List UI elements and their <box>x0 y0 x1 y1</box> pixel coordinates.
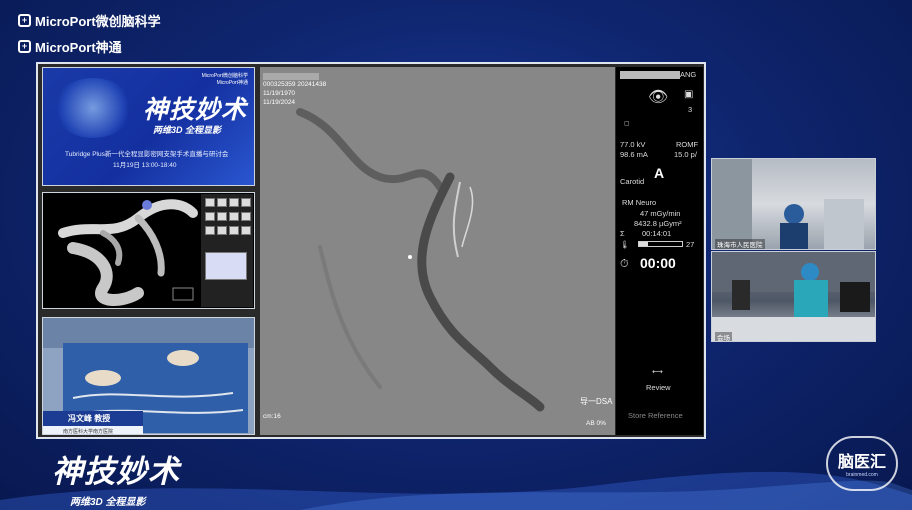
brainmed-logo-text: 脑医汇 <box>837 454 886 471</box>
dsa-dob: 11/19/1970 <box>263 90 296 97</box>
surgeon-name: 冯文峰 教授 <box>43 411 143 426</box>
heat-percent: 27 <box>686 240 695 249</box>
dsa-id-line: 000325359 20241438 <box>263 81 327 88</box>
footer-event-logo: 神技妙术 两维3D 全程显影 <box>52 446 180 508</box>
surgeon-hospital: 南方医科大学南方医院 <box>43 426 143 434</box>
frame-count: 3 <box>688 105 693 114</box>
logo2-text: MicroPort神通 <box>35 40 122 55</box>
video2-label: 会场 <box>715 332 732 341</box>
dsa-mode-label: 导一DSA <box>580 397 613 406</box>
dsa-xray-view[interactable]: 000325359 20241438 11/19/1970 11/19/2024… <box>260 67 615 435</box>
video-feed-control-room[interactable]: 会场 <box>711 251 876 342</box>
thumb-3d-reconstruction[interactable] <box>42 192 255 309</box>
timer-icon: ⏱ <box>620 258 629 270</box>
brainmed-logo: 脑医汇 brainmed.com <box>826 436 898 491</box>
slide-brand-small1: MicroPort微创脑科学 <box>201 73 248 79</box>
eye-icon[interactable]: 👁 <box>648 87 668 107</box>
dsa-ab: AB 0% <box>586 420 606 427</box>
angiogram-image <box>296 108 545 412</box>
brainmed-logo-sub: brainmed.com <box>846 472 878 478</box>
thumb-tool-panel <box>201 194 253 307</box>
lock-icon: ▢ <box>624 121 630 127</box>
camera-icon[interactable]: ▣ <box>684 89 693 100</box>
dsa-redacted-name <box>263 73 319 80</box>
video1-label: 珠海市人民医院 <box>715 239 765 249</box>
kv-value: 77.0 kV <box>620 140 646 149</box>
logo1-text: MicroPort微创脑科学 <box>35 14 161 29</box>
microport-mark-icon: + <box>18 14 31 27</box>
main-stream-frame: MicroPort微创脑科学 MicroPort神通 神技妙术 两维3D 全程显… <box>36 62 706 439</box>
review-button[interactable]: Review <box>646 383 671 392</box>
plane-letter: A <box>654 165 665 181</box>
footer-title: 神技妙术 <box>52 454 180 489</box>
slide-title: 神技妙术 <box>143 96 248 124</box>
brain-graphic-icon <box>53 78 133 138</box>
slide-subtitle: 两维3D 全程显影 <box>153 125 222 135</box>
store-reference-button[interactable]: Store Reference <box>628 411 683 420</box>
dose-rate: 47 mGy/min <box>640 209 681 218</box>
microport-shentong-logo: + MicroPort神通 <box>18 37 122 56</box>
fps-value: 15.0 p/ <box>674 150 697 159</box>
protocol-value: Carotid <box>620 177 645 186</box>
footer-subtitle: 两维3D 全程显影 <box>70 497 146 508</box>
vessel-3d-render <box>58 199 198 306</box>
roi-value: ROMF <box>676 140 699 149</box>
video2-scene <box>712 252 875 341</box>
heat-bar <box>638 241 683 247</box>
acquisition-panel: ANG 👁 ▣ 3 ▢ 77.0 kV ROMF 98.6 mA 15.0 p/… <box>616 67 703 435</box>
slide-brand-small2: MicroPort神通 <box>216 80 248 86</box>
timer-value: 00:00 <box>640 255 676 271</box>
thumb-or-camera[interactable]: 冯文峰 教授 南方医科大学南方医院 <box>42 317 255 435</box>
panel-header: ANG <box>680 70 697 79</box>
review-arrows-icon: ⟷ <box>652 367 663 376</box>
dap-value: 8432.8 µGym² <box>634 219 682 228</box>
video1-scene <box>712 159 864 249</box>
surgeon-name-tag: 冯文峰 教授 南方医科大学南方医院 <box>43 411 143 434</box>
sigma-icon: Σ <box>620 229 625 238</box>
slide-date-line: 11月19日 13:00-18:40 <box>113 162 177 169</box>
slide-event-line: Tubridge Plus新一代全程显影密网支架手术直播与研讨会 <box>65 151 229 158</box>
program-value: RM Neuro <box>622 198 657 207</box>
microport-mark-icon: + <box>18 40 31 53</box>
dsa-date: 11/19/2024 <box>263 99 296 106</box>
microport-brain-logo: + MicroPort微创脑科学 <box>18 11 161 30</box>
video-feed-hospital[interactable]: 珠海市人民医院 <box>711 158 876 250</box>
redacted-header <box>620 71 680 79</box>
fluoro-time: 00:14:01 <box>642 229 672 238</box>
dsa-scale: cm:16 <box>263 413 281 420</box>
thermometer-icon: 🌡 <box>620 240 630 249</box>
ma-value: 98.6 mA <box>620 150 648 159</box>
thumb-event-slide[interactable]: MicroPort微创脑科学 MicroPort神通 神技妙术 两维3D 全程显… <box>42 67 255 186</box>
